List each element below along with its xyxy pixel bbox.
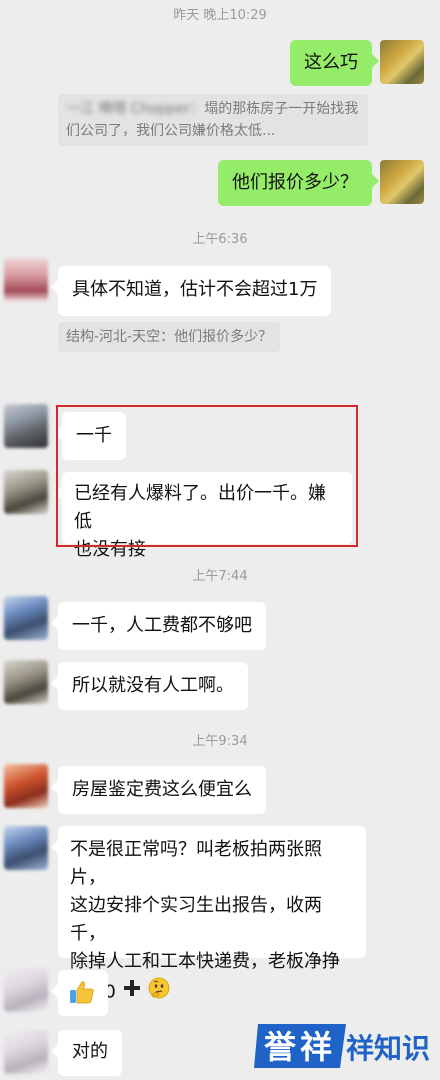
contact-avatar[interactable] [4,258,48,302]
watermark-char-1: 誉 [264,1028,297,1066]
message-bubble-incoming[interactable]: 不是很正常吗？叫老板拍两张照片， 这边安排个实习生出报告，收两千， 除掉人工和工… [51,826,366,1003]
message-text: 具体不知道，估计不会超过1万 [72,279,318,300]
message-text: 房屋鉴定费这么便宜么 [72,779,252,800]
quoted-message[interactable]: 结构-河北-天空：他们报价多少？ [58,322,281,352]
message-text-line: 不是很正常吗？叫老板拍两张照片， [70,839,322,888]
message-text: 对的 [72,1041,108,1062]
contact-avatar[interactable] [4,968,48,1012]
message-bubble-incoming[interactable]: 所以就没有人工啊。 [51,662,248,710]
my-avatar[interactable] [380,160,424,204]
message-text-line: 除掉人工和工本快递费，老板净挣 [70,951,340,972]
contact-avatar[interactable] [4,1030,48,1074]
message-bubble-incoming[interactable]: 房屋鉴定费这么便宜么 [51,766,266,814]
quoted-sender-name: 一江 嘀嗒 Chopper： [66,101,205,117]
watermark-char-2: 祥 [300,1028,332,1066]
message-text-line: 这边安排个实习生出报告，收两千， [70,895,322,944]
plus-emoji-icon [122,978,142,1007]
message-text: 所以就没有人工啊。 [72,675,234,696]
highlight-annotation-box [56,405,358,547]
contact-avatar[interactable] [4,660,48,704]
message-bubble-outgoing[interactable]: 这么巧 [290,40,379,86]
my-avatar[interactable] [380,40,424,84]
thumbs-up-emoji-icon [68,981,96,1011]
message-bubble-incoming[interactable]: 一千，人工费都不够吧 [51,602,266,650]
message-text: 他们报价多少？ [232,172,358,193]
contact-avatar[interactable] [4,404,48,448]
timestamp: 上午9:34 [192,734,248,749]
contact-avatar[interactable] [4,826,48,870]
quoted-message[interactable]: 一江 嘀嗒 Chopper：塌的那栋房子一开始找我们公司了，我们公司嫌价格太低.… [58,94,368,146]
contact-avatar[interactable] [4,764,48,808]
timestamp: 上午6:36 [192,232,248,247]
message-text-line: 1500 [70,976,354,1009]
watermark-text: 祥知识 [346,1032,430,1065]
message-bubble-incoming[interactable]: 对的 [51,1030,122,1076]
contact-avatar[interactable] [4,470,48,514]
message-text: 一千，人工费都不够吧 [72,615,252,636]
contact-avatar[interactable] [4,596,48,640]
timestamp: 上午7:44 [192,569,248,584]
thinking-emoji-icon [147,976,171,1009]
message-bubble-incoming[interactable]: 具体不知道，估计不会超过1万 [50,266,332,316]
message-bubble-outgoing[interactable]: 他们报价多少？ [218,160,379,206]
message-bubble-incoming[interactable] [51,970,108,1016]
quoted-text: 结构-河北-天空：他们报价多少？ [66,329,273,345]
chat-window: 昨天 晚上10:29 这么巧 一江 嘀嗒 Chopper：塌的那栋房子一开始找我… [0,0,440,1080]
timestamp: 昨天 晚上10:29 [173,8,267,23]
watermark-logo: 誉 祥 祥知识 [254,1020,434,1072]
message-text: 这么巧 [304,52,358,73]
